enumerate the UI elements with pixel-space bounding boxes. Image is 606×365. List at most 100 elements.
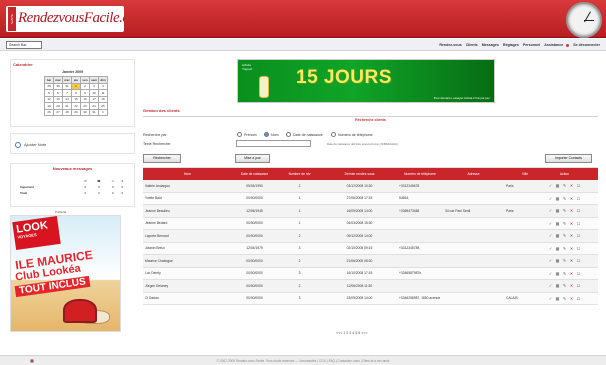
calendar-day[interactable]: 27	[53, 108, 63, 116]
calendar-icon[interactable]: ▦	[555, 296, 560, 301]
view-icon[interactable]: ☐	[576, 208, 581, 213]
view-icon[interactable]: ☐	[576, 296, 581, 301]
view-icon[interactable]: ☐	[576, 271, 581, 276]
search-bar-button[interactable]: Search Bar	[6, 41, 42, 49]
calendar-day[interactable]: 28	[62, 108, 72, 116]
delete-icon[interactable]: ✕	[569, 233, 574, 238]
client-name[interactable]: Jeanne Beaulieu	[143, 209, 232, 213]
look-voyages-ad[interactable]: LOOK VOYAGES ILE MAURICE Club Lookéa TOU…	[10, 215, 121, 332]
nav-messages[interactable]: Messages	[482, 43, 499, 47]
calendar-icon[interactable]: ▦	[555, 258, 560, 263]
view-icon[interactable]: ☐	[576, 196, 581, 201]
table-row[interactable]: Cl Darian 00/00/0000 3 23/09/2008 14:00 …	[143, 292, 598, 305]
table-row[interactable]: Laporte Bernard 00/00/0000 2 09/12/2008 …	[143, 230, 598, 243]
delete-icon[interactable]: ✕	[569, 208, 574, 213]
check-icon[interactable]: ✓	[548, 196, 553, 201]
table-row[interactable]: Jeanne Beaulieu 12/06/1945 1 16/09/2008 …	[143, 205, 598, 218]
table-row[interactable]: Luc Dernly 00/00/0000 3 16/10/2008 17:15…	[143, 267, 598, 280]
radio-name-selected[interactable]	[264, 132, 269, 137]
delete-icon[interactable]: ✕	[569, 183, 574, 188]
update-button[interactable]: Mise à jour	[235, 154, 270, 163]
delete-icon[interactable]: ✕	[569, 258, 574, 263]
client-name[interactable]: Valérie Andargou	[143, 184, 232, 188]
table-row[interactable]: Jeanne Bedard 00/00/0000 1 04/03/2008 15…	[143, 217, 598, 230]
table-row[interactable]: Jürgen Delaney 00/00/0000 2 12/06/2008 1…	[143, 280, 598, 293]
edit-icon[interactable]: ✎	[562, 233, 567, 238]
calendar-icon[interactable]: ▦	[555, 246, 560, 251]
view-icon[interactable]: ☐	[576, 233, 581, 238]
calendar-icon[interactable]: ▦	[555, 221, 560, 226]
check-icon[interactable]: ✓	[548, 296, 553, 301]
client-name[interactable]: Luc Dernly	[143, 271, 232, 275]
calendar-day[interactable]: 26	[44, 108, 54, 116]
header-birthdate[interactable]: Date de naissance	[232, 172, 277, 176]
table-row[interactable]: Maurice Chabogue 00/00/0000 2 21/06/2008…	[143, 255, 598, 268]
delete-icon[interactable]: ✕	[569, 196, 574, 201]
calendar-icon[interactable]: ▦	[555, 271, 560, 276]
view-icon[interactable]: ☐	[576, 246, 581, 251]
client-name[interactable]: Jeanne Bedard	[143, 221, 232, 225]
calendar-day[interactable]: 30	[80, 108, 90, 116]
calendar-icon[interactable]: ▦	[555, 208, 560, 213]
edit-icon[interactable]: ✎	[562, 258, 567, 263]
check-icon[interactable]: ✓	[548, 246, 553, 251]
activia-banner[interactable]: Activia Yogourt 15 JOURS Pour démarrer, …	[237, 59, 495, 103]
client-name[interactable]: Jürgen Delaney	[143, 284, 232, 288]
delete-icon[interactable]: ✕	[569, 296, 574, 301]
search-button[interactable]: Rechercher	[143, 154, 181, 163]
delete-icon[interactable]: ✕	[569, 271, 574, 276]
check-icon[interactable]: ✓	[548, 208, 553, 213]
delete-icon[interactable]: ✕	[569, 221, 574, 226]
client-name[interactable]: Cl Darian	[143, 296, 232, 300]
calendar-icon[interactable]: ▦	[555, 196, 560, 201]
header-phone[interactable]: Numéro de téléphone	[397, 172, 443, 176]
check-icon[interactable]: ✓	[548, 183, 553, 188]
search-text-input[interactable]	[236, 140, 311, 147]
client-name[interactable]: Maurice Chabogue	[143, 259, 232, 263]
edit-icon[interactable]: ✎	[562, 221, 567, 226]
view-icon[interactable]: ☐	[576, 221, 581, 226]
import-contacts-button[interactable]: Importer Contacts	[545, 154, 592, 163]
view-icon[interactable]: ☐	[576, 283, 581, 288]
header-last-appointment[interactable]: Dernier rendez-vous	[322, 172, 397, 176]
calendar-icon[interactable]: ▦	[555, 233, 560, 238]
edit-icon[interactable]: ✎	[562, 196, 567, 201]
nav-personnel[interactable]: Personnel	[523, 43, 540, 47]
site-logo[interactable]: SANTE RendezvousFacile.com	[6, 6, 124, 32]
nav-logout[interactable]: Se déconnecter	[573, 43, 600, 47]
delete-icon[interactable]: ✕	[569, 283, 574, 288]
view-icon[interactable]: ☐	[576, 183, 581, 188]
client-name[interactable]: Laporte Bernard	[143, 234, 232, 238]
client-name[interactable]: Jolanin Breux	[143, 246, 232, 250]
header-address[interactable]: Adresse	[443, 172, 504, 176]
add-note-link[interactable]: Ajouter Note	[24, 142, 46, 147]
table-row[interactable]: Yvette Bald 00/00/0000 1 27/06/2008 17:1…	[143, 192, 598, 205]
check-icon[interactable]: ✓	[548, 271, 553, 276]
nav-reglages[interactable]: Réglages	[503, 43, 519, 47]
nav-assistance[interactable]: Assistance	[544, 43, 563, 47]
view-icon[interactable]: ☐	[576, 258, 581, 263]
edit-icon[interactable]: ✎	[562, 246, 567, 251]
table-row[interactable]: Valérie Andargou 05/05/1990 2 03/12/2008…	[143, 180, 598, 193]
edit-icon[interactable]: ✎	[562, 183, 567, 188]
header-appointments[interactable]: Nombre de rdv	[277, 172, 322, 176]
edit-icon[interactable]: ✎	[562, 208, 567, 213]
header-name[interactable]: Nom	[143, 172, 232, 176]
calendar-icon[interactable]: ▦	[555, 183, 560, 188]
edit-icon[interactable]: ✎	[562, 271, 567, 276]
delete-icon[interactable]: ✕	[569, 246, 574, 251]
nav-clients[interactable]: Clients	[466, 43, 478, 47]
nav-rendez-vous[interactable]: Rendez-vous	[439, 43, 461, 47]
check-icon[interactable]: ✓	[548, 233, 553, 238]
edit-icon[interactable]: ✎	[562, 283, 567, 288]
calendar-day[interactable]: 1	[98, 108, 108, 116]
calendar-day[interactable]: 29	[71, 108, 81, 116]
radio-birthdate[interactable]	[286, 132, 291, 137]
calendar-icon[interactable]: ▦	[555, 283, 560, 288]
table-row[interactable]: Jolanin Breux 12/04/1979 3 02/10/2008 09…	[143, 242, 598, 255]
radio-phone[interactable]	[331, 132, 336, 137]
edit-icon[interactable]: ✎	[562, 296, 567, 301]
radio-firstname[interactable]	[237, 132, 242, 137]
check-icon[interactable]: ✓	[548, 258, 553, 263]
calendar-day[interactable]: 31	[89, 108, 99, 116]
